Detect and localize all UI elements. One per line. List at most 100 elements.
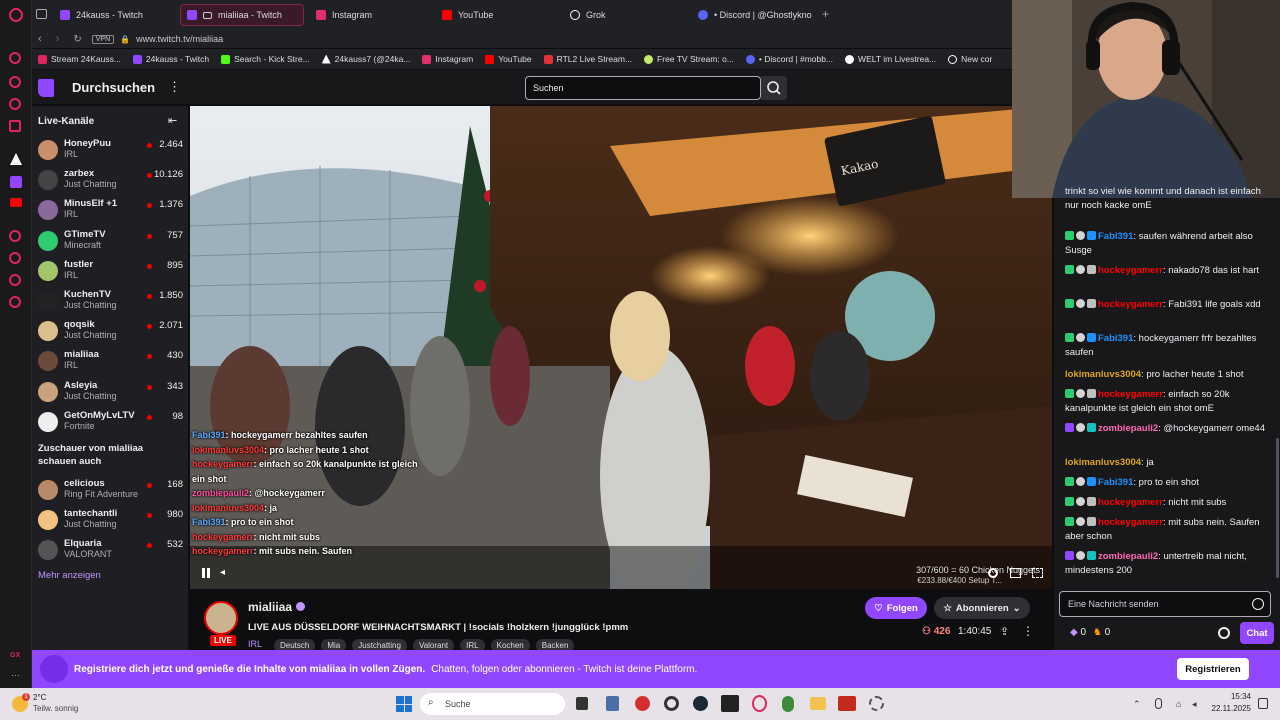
chat-scrollbar[interactable] xyxy=(1276,438,1279,578)
bookmark-item[interactable]: 24kauss - Twitch xyxy=(132,54,209,64)
opera-gx-icon[interactable] xyxy=(752,695,767,712)
video-player[interactable]: Kakao Fabi391: hockeygamerr bezahltes sa… xyxy=(190,106,1052,589)
bookmark-item[interactable]: RTL2 Live Stream... xyxy=(543,54,632,64)
search-button[interactable] xyxy=(761,76,787,100)
tab-youtube[interactable]: YouTube xyxy=(436,4,556,26)
forward-button[interactable]: › xyxy=(56,33,60,45)
reload-button[interactable]: ↻ xyxy=(73,34,81,45)
clock-date[interactable]: 22.11.2025 xyxy=(1206,704,1251,713)
settings-icon[interactable] xyxy=(9,296,21,308)
new-tab-button[interactable]: + xyxy=(822,8,829,20)
twitch-sidebar-icon[interactable] xyxy=(10,176,22,188)
channel-name[interactable]: mialiiaa xyxy=(248,600,292,614)
clock-time[interactable]: 15:34 xyxy=(1213,692,1251,701)
chat-username[interactable]: Fabi391 xyxy=(1098,477,1133,488)
more-menu-icon[interactable]: ⋮ xyxy=(168,79,181,95)
aria-icon[interactable] xyxy=(9,76,21,88)
settings-app-icon[interactable] xyxy=(869,696,884,711)
follow-button[interactable]: ♡ Folgen xyxy=(865,597,927,619)
more-options-icon[interactable]: ⋮ xyxy=(1022,624,1034,638)
chat-username[interactable]: lokimanluvs3004 xyxy=(1065,369,1141,380)
notification-icon[interactable] xyxy=(1258,698,1268,709)
windows-start-icon[interactable] xyxy=(396,696,412,712)
sidebar-channel[interactable]: Elquaria VALORANT 532 xyxy=(32,536,188,566)
sidebar-channel[interactable]: celicious Ring Fit Adventure 168 xyxy=(32,476,188,506)
sidebar-channel[interactable]: MinusElf +1 IRL 1.376 xyxy=(32,196,188,226)
tab-mialiiaa[interactable]: mialiiaa - Twitch xyxy=(180,4,304,26)
bookmark-item[interactable]: 24kauss7 (@24ka... xyxy=(321,54,410,64)
chat-username[interactable]: hockeygamerr xyxy=(1098,299,1163,310)
taskbar-search[interactable]: ⌕ Suche xyxy=(420,693,565,715)
sidebar-channel[interactable]: HoneyPuu IRL 2.464 xyxy=(32,136,188,166)
chat-username[interactable]: Fabi391 xyxy=(1098,231,1133,242)
history-icon[interactable] xyxy=(9,52,21,64)
theatre-mode-icon[interactable] xyxy=(1010,568,1021,578)
sidebar-channel[interactable]: Asleyia Just Chatting 343 xyxy=(32,378,188,408)
tab-discord[interactable]: • Discord | @Ghostlykno xyxy=(692,4,818,26)
fullscreen-icon[interactable] xyxy=(1032,568,1043,578)
chat-username[interactable]: hockeygamerr xyxy=(1098,389,1163,400)
url-input[interactable]: www.twitch.tv/mialiiaa xyxy=(136,34,223,44)
file-explorer-icon[interactable] xyxy=(810,697,826,710)
task-view-icon[interactable] xyxy=(576,697,588,710)
sidebar-channel[interactable]: tantechantli Just Chatting 980 xyxy=(32,506,188,536)
sidebar-channel[interactable]: qoqsik Just Chatting 2.071 xyxy=(32,317,188,347)
pause-button[interactable] xyxy=(202,568,210,578)
sidebar-channel[interactable]: mialiiaa IRL 430 xyxy=(32,347,188,377)
bookmark-item[interactable]: Stream 24Kauss... xyxy=(38,54,121,64)
chat-settings-icon[interactable] xyxy=(1218,627,1230,639)
microphone-icon[interactable] xyxy=(1155,698,1162,709)
steam-icon[interactable] xyxy=(693,696,708,711)
twitch-logo-icon[interactable] xyxy=(38,79,54,97)
sidebar-channel[interactable]: zarbex Just Chatting 10.126 xyxy=(32,166,188,196)
bookmark-item[interactable]: Free TV Stream: o... xyxy=(644,54,734,64)
youtube-sidebar-icon[interactable] xyxy=(10,198,22,207)
emote-picker-icon[interactable] xyxy=(1252,598,1264,610)
vpn-badge[interactable]: VPN xyxy=(91,34,115,44)
tray-chevron-icon[interactable]: ⌃ xyxy=(1133,699,1141,710)
chat-username[interactable]: hockeygamerr xyxy=(1098,517,1163,528)
more-icon[interactable]: ⋯ xyxy=(11,670,20,681)
shield-icon[interactable] xyxy=(9,98,21,110)
mouse-app-icon[interactable] xyxy=(782,696,794,712)
network-icon[interactable]: ⌂ xyxy=(1176,699,1181,709)
chat-username[interactable]: zombiepauli2 xyxy=(1098,551,1158,562)
bookmark-item[interactable]: • Discord | #mobb... xyxy=(745,54,833,64)
bookmark-item[interactable]: YouTube xyxy=(485,54,532,64)
volume-tray-icon[interactable]: ◂ xyxy=(1192,699,1197,710)
tab-grok[interactable]: Grok xyxy=(564,4,684,26)
media-app-icon[interactable] xyxy=(838,696,856,711)
channel-points[interactable]: ◆ 0 ♞ 0 xyxy=(1070,627,1110,638)
bookmark-item[interactable]: Search - Kick Stre... xyxy=(221,54,310,64)
messenger-icon[interactable] xyxy=(9,120,21,132)
speaker-icon[interactable] xyxy=(203,11,212,19)
browse-link[interactable]: Durchsuchen xyxy=(72,80,155,95)
tab-instagram[interactable]: Instagram xyxy=(310,4,430,26)
tab-24kauss[interactable]: 24kauss - Twitch xyxy=(54,4,176,26)
volume-icon[interactable]: ◂ xyxy=(220,567,225,578)
channel-avatar[interactable] xyxy=(204,601,238,635)
stream-category[interactable]: IRL xyxy=(248,639,262,649)
bookmark-item[interactable]: New cor xyxy=(948,54,992,64)
chat-username[interactable]: zombiepauli2 xyxy=(1098,423,1158,434)
obs-icon[interactable] xyxy=(664,696,679,711)
share-icon[interactable]: ⇪ xyxy=(1000,625,1009,638)
search-input[interactable]: Suchen xyxy=(525,76,761,100)
back-button[interactable]: ‹ xyxy=(38,33,42,45)
epic-games-icon[interactable] xyxy=(721,695,739,712)
notepad-icon[interactable] xyxy=(606,696,619,711)
flow-icon[interactable] xyxy=(9,252,21,264)
subscribe-button[interactable]: ☆ Abonnieren ⌄ xyxy=(934,597,1030,619)
tiktok-icon[interactable] xyxy=(10,153,22,165)
chat-input[interactable]: Eine Nachricht senden xyxy=(1059,591,1271,617)
sidebar-channel[interactable]: GTimeTV Minecraft 757 xyxy=(32,227,188,257)
chat-username[interactable]: lokimanluvs3004 xyxy=(1065,457,1141,468)
chat-send-button[interactable]: Chat xyxy=(1240,622,1274,644)
app-red-icon[interactable] xyxy=(635,696,650,711)
collapse-sidebar-icon[interactable]: ⇤ xyxy=(168,114,177,127)
workspaces-icon[interactable] xyxy=(36,9,47,19)
chat-username[interactable]: hockeygamerr xyxy=(1098,497,1163,508)
sidebar-channel[interactable]: fustler IRL 895 xyxy=(32,257,188,287)
show-more-link[interactable]: Mehr anzeigen xyxy=(38,570,101,581)
opera-logo-icon[interactable] xyxy=(9,8,23,22)
